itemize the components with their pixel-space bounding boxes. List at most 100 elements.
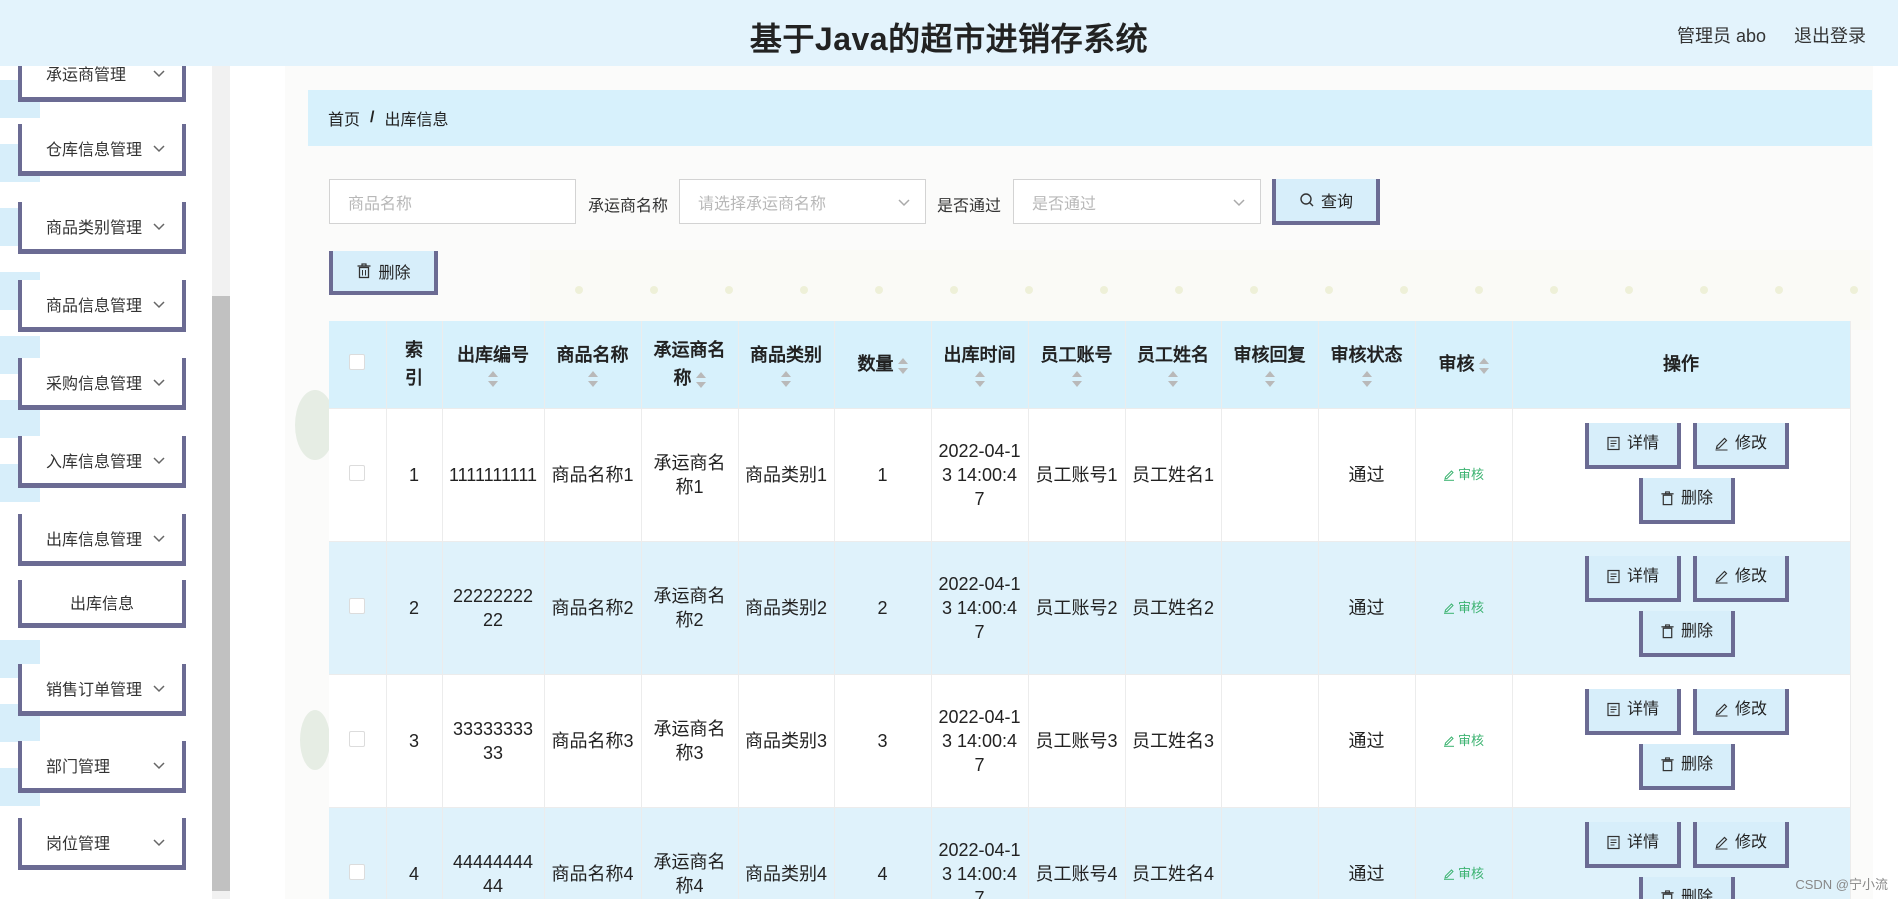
sidebar-item-label: 出库信息管理 [46, 531, 143, 549]
delete-button[interactable]: 删除 [1638, 477, 1735, 524]
carrier-select[interactable]: 请选择承运商名称 [679, 179, 926, 224]
sidebar-item-sales-order[interactable]: 销售订单管理 [18, 664, 186, 716]
sidebar-item-inbound[interactable]: 入库信息管理 [18, 436, 186, 488]
cell-category: 商品类别4 [738, 807, 835, 899]
edit-icon [1715, 437, 1728, 451]
watermark: CSDN @宁小流 [1795, 877, 1888, 892]
sort-icon[interactable] [1071, 371, 1082, 388]
header-quantity[interactable]: 数量 [834, 321, 932, 409]
edit-icon [1443, 735, 1454, 747]
bulk-delete-button[interactable]: 删除 [329, 251, 438, 295]
detail-button[interactable]: 详情 [1584, 688, 1681, 735]
delete-button[interactable]: 删除 [1638, 610, 1735, 657]
header-out-time[interactable]: 出库时间 [931, 321, 1029, 409]
table-row: 3 3333333333 商品名称3 承运商名称3 商品类别3 3 2022-0… [329, 674, 1851, 808]
detail-button[interactable]: 详情 [1584, 422, 1681, 469]
header-select-all[interactable] [329, 321, 387, 409]
header-label: 商品类别 [750, 345, 822, 366]
row-checkbox[interactable] [349, 464, 366, 481]
sidebar-item-purchase[interactable]: 采购信息管理 [18, 358, 186, 410]
cell-carrier: 承运商名称4 [641, 807, 739, 899]
breadcrumb-current: 出库信息 [384, 112, 449, 129]
sidebar-item-warehouse[interactable]: 仓库信息管理 [18, 124, 186, 176]
header-review-status[interactable]: 审核状态 [1318, 321, 1416, 409]
sort-icon[interactable] [587, 371, 598, 388]
sort-icon[interactable] [695, 371, 706, 388]
trash-icon [1661, 491, 1674, 506]
cell-emp-name: 员工姓名2 [1125, 541, 1222, 675]
product-name-input[interactable]: 商品名称 [329, 179, 576, 224]
header-emp-name[interactable]: 员工姓名 [1125, 321, 1222, 409]
document-icon [1607, 835, 1620, 850]
cell-select[interactable] [329, 674, 387, 808]
table-row: 2 2222222222 商品名称2 承运商名称2 商品类别2 2 2022-0… [329, 541, 1851, 675]
sort-icon[interactable] [1168, 371, 1178, 388]
sidebar-item-category[interactable]: 商品类别管理 [18, 202, 186, 254]
header-label: 员工账号 [1040, 345, 1113, 366]
review-link[interactable]: 审核 [1443, 729, 1484, 753]
edit-button[interactable]: 修改 [1692, 555, 1789, 602]
header-label: 索引 [405, 340, 423, 389]
detail-button[interactable]: 详情 [1584, 821, 1681, 868]
header-out-no[interactable]: 出库编号 [442, 321, 545, 409]
review-link[interactable]: 审核 [1443, 463, 1484, 487]
chevron-down-icon [153, 222, 165, 230]
header-review-reply[interactable]: 审核回复 [1221, 321, 1319, 409]
cell-review-status: 通过 [1318, 541, 1416, 675]
delete-button[interactable]: 删除 [1638, 876, 1735, 899]
sidebar-item-product[interactable]: 商品信息管理 [18, 280, 186, 332]
header-label: 出库编号 [457, 345, 529, 366]
logout-link[interactable]: 退出登录 [1794, 22, 1866, 48]
chevron-down-icon [153, 144, 165, 152]
cell-product-name: 商品名称3 [544, 674, 642, 808]
sort-icon[interactable] [1361, 371, 1372, 388]
edit-button[interactable]: 修改 [1692, 422, 1789, 469]
outbound-table: 索引 出库编号 商品名称 承运商名称 商品类别 数量 出库时间 员工账号 员工姓… [329, 321, 1851, 899]
cell-review: 审核 [1415, 408, 1513, 542]
select-all-checkbox[interactable] [349, 354, 366, 371]
cell-product-name: 商品名称2 [544, 541, 642, 675]
breadcrumb-home[interactable]: 首页 [328, 106, 360, 130]
query-button[interactable]: 查询 [1272, 179, 1380, 225]
sort-icon[interactable] [1478, 357, 1489, 374]
row-checkbox[interactable] [349, 730, 366, 747]
chevron-down-icon [153, 761, 165, 769]
header-emp-account[interactable]: 员工账号 [1028, 321, 1126, 409]
cell-select[interactable] [329, 541, 387, 675]
row-checkbox[interactable] [349, 863, 366, 880]
review-link[interactable]: 审核 [1443, 596, 1484, 620]
header-carrier[interactable]: 承运商名称 [641, 321, 739, 409]
sort-icon[interactable] [488, 371, 498, 388]
cell-review: 审核 [1415, 541, 1513, 675]
cell-out-time: 2022-04-13 14:00:47 [931, 674, 1029, 808]
header-product-name[interactable]: 商品名称 [544, 321, 642, 409]
edit-button[interactable]: 修改 [1692, 688, 1789, 735]
app-title: 基于Java的超市进销存系统 [749, 21, 1149, 57]
passed-select[interactable]: 是否通过 [1013, 179, 1261, 224]
sidebar-item-label: 出库信息 [69, 595, 134, 613]
review-link-label: 审核 [1457, 466, 1484, 482]
review-link-label: 审核 [1457, 599, 1484, 615]
sidebar-scrollbar-thumb[interactable] [212, 296, 230, 891]
sort-icon[interactable] [897, 357, 908, 374]
sidebar-item-outbound[interactable]: 出库信息管理 [18, 514, 186, 566]
document-icon [1607, 702, 1620, 717]
sidebar-subitem-outbound-info[interactable]: 出库信息 [18, 580, 186, 628]
header-category[interactable]: 商品类别 [738, 321, 835, 409]
cell-select[interactable] [329, 807, 387, 899]
sidebar-item-department[interactable]: 部门管理 [18, 741, 186, 793]
cell-select[interactable] [329, 408, 387, 542]
delete-button[interactable]: 删除 [1638, 743, 1735, 790]
sidebar-item-position[interactable]: 岗位管理 [18, 818, 186, 870]
cell-carrier: 承运商名称2 [641, 541, 739, 675]
sort-icon[interactable] [1264, 371, 1275, 388]
sort-icon[interactable] [974, 371, 985, 388]
row-checkbox[interactable] [349, 597, 366, 614]
detail-button[interactable]: 详情 [1584, 555, 1681, 602]
edit-button[interactable]: 修改 [1692, 821, 1789, 868]
review-link[interactable]: 审核 [1443, 862, 1484, 886]
cell-out-time: 2022-04-13 14:00:47 [931, 408, 1029, 542]
header-review[interactable]: 审核 [1415, 321, 1513, 409]
cell-category: 商品类别2 [738, 541, 835, 675]
sort-icon[interactable] [781, 371, 791, 388]
